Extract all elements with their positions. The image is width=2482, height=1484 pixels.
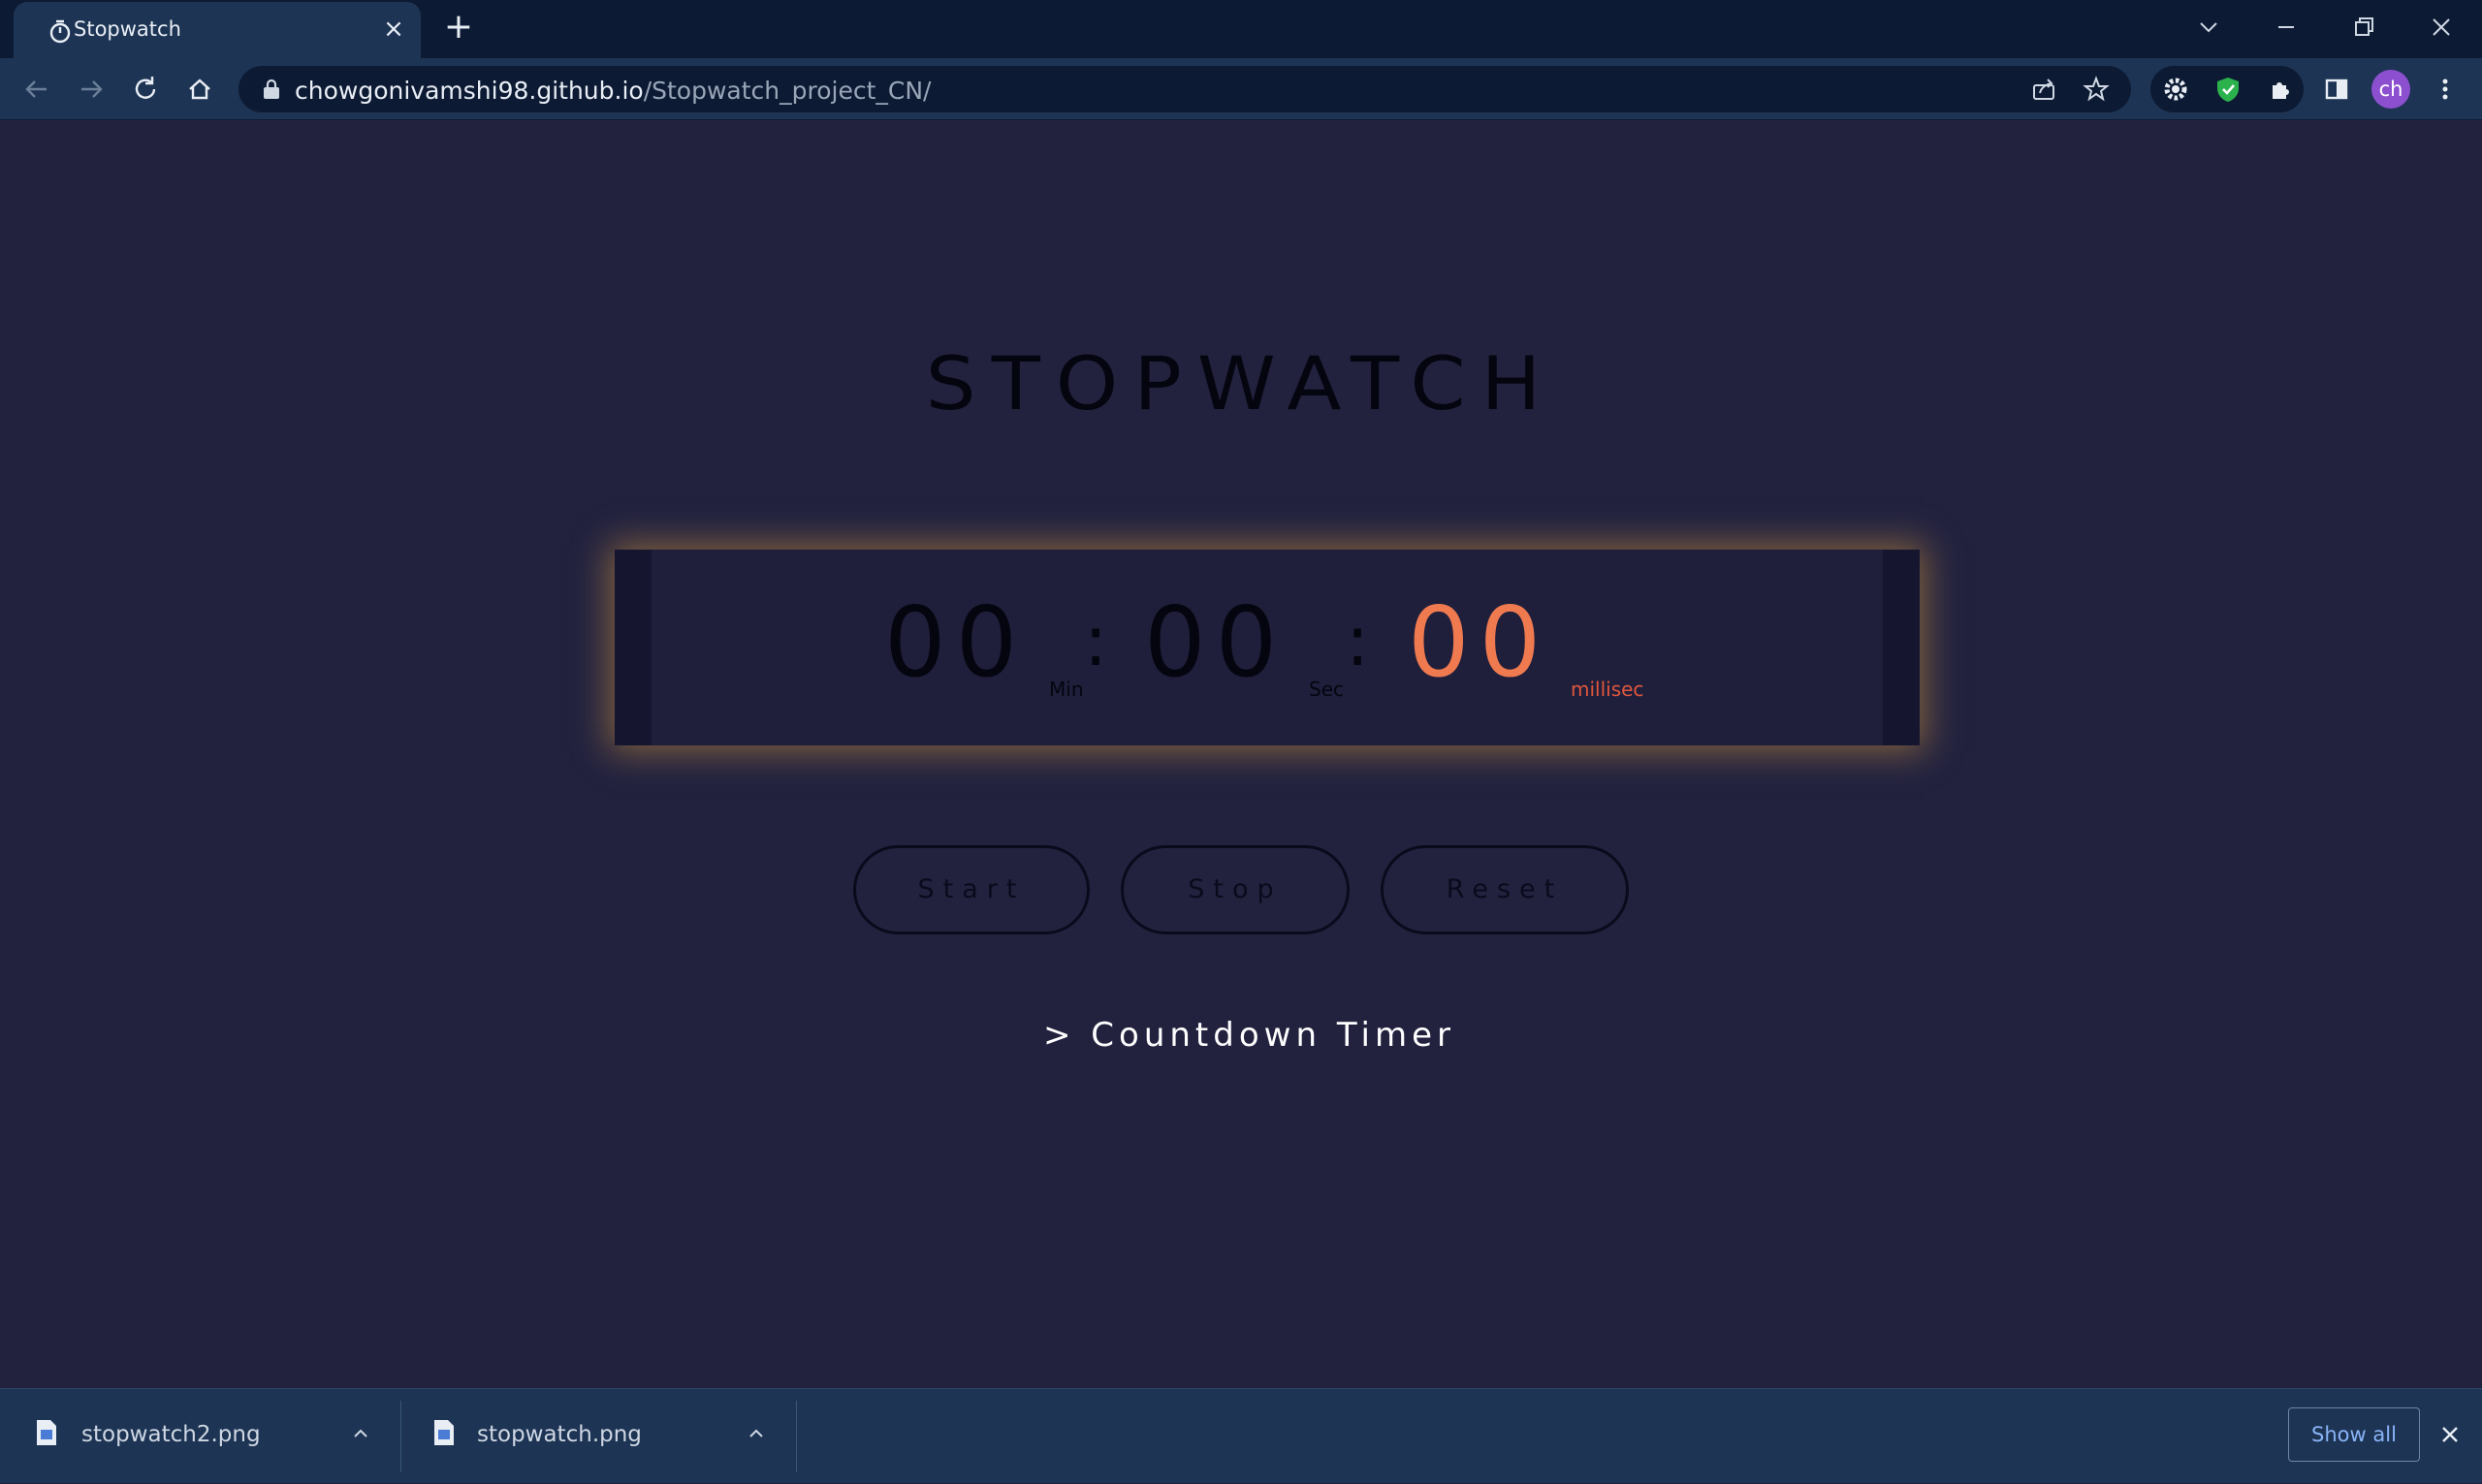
milliseconds-value: 00 [1408, 585, 1551, 699]
minutes-unit: Min [1049, 678, 1084, 701]
show-all-button[interactable]: Show all [2288, 1407, 2420, 1462]
shield-extension-icon[interactable] [2212, 74, 2243, 105]
display-left-edge [615, 550, 652, 745]
chevron-up-icon[interactable] [745, 1422, 768, 1445]
browser-titlebar: Stopwatch × + [0, 0, 2482, 58]
separator-1: : [1084, 600, 1108, 681]
star-icon[interactable] [2081, 74, 2112, 105]
stopwatch-favicon-icon [49, 19, 71, 44]
image-file-icon [37, 1420, 56, 1445]
gear-extension-icon[interactable] [2160, 74, 2191, 105]
download-item[interactable]: stopwatch.png [401, 1389, 795, 1484]
chevron-up-icon[interactable] [349, 1422, 372, 1445]
start-button[interactable]: Start [853, 845, 1090, 934]
download-filename: stopwatch2.png [81, 1422, 261, 1447]
image-file-icon [434, 1420, 454, 1445]
browser-tab[interactable]: Stopwatch × [14, 2, 421, 58]
share-icon[interactable] [2028, 74, 2059, 105]
time-display: 00 Min : 00 Sec : 00 millisec [615, 550, 1920, 745]
side-panel-icon[interactable] [2317, 70, 2356, 109]
extensions-area [2150, 66, 2304, 112]
reload-icon[interactable] [126, 70, 165, 109]
page-title: STOPWATCH [925, 341, 1557, 427]
forward-arrow-icon[interactable] [72, 70, 111, 109]
url-text[interactable]: chowgonivamshi98.github.io/Stopwatch_pro… [295, 77, 931, 105]
download-item[interactable]: stopwatch2.png [0, 1389, 399, 1484]
close-icon[interactable]: × [382, 16, 405, 42]
avatar[interactable]: ch [2371, 70, 2410, 109]
minutes-value: 00 [884, 585, 1028, 699]
close-window-icon[interactable] [2422, 8, 2461, 47]
chevron-down-icon[interactable] [2189, 8, 2228, 47]
more-vert-icon[interactable] [2426, 70, 2465, 109]
tab-title: Stopwatch [74, 17, 181, 41]
seconds-value: 00 [1144, 585, 1288, 699]
milliseconds-unit: millisec [1571, 678, 1644, 701]
puzzle-icon[interactable] [2265, 74, 2296, 105]
stop-button[interactable]: Stop [1121, 845, 1350, 934]
close-icon[interactable] [2437, 1422, 2463, 1447]
url-path: /Stopwatch_project_CN/ [643, 77, 932, 105]
reset-button[interactable]: Reset [1381, 845, 1629, 934]
url-host: chowgonivamshi98.github.io [295, 77, 644, 105]
browser-toolbar: chowgonivamshi98.github.io/Stopwatch_pro… [0, 58, 2482, 120]
restore-icon[interactable] [2344, 8, 2383, 47]
address-bar[interactable]: chowgonivamshi98.github.io/Stopwatch_pro… [239, 66, 2131, 112]
downloads-bar: stopwatch2.png stopwatch.png Show all [0, 1388, 2482, 1483]
countdown-timer-link[interactable]: > Countdown Timer [1043, 1016, 1455, 1055]
stopwatch-page: STOPWATCH 00 Min : 00 Sec : 00 millisec … [0, 120, 2482, 1388]
download-filename: stopwatch.png [477, 1422, 642, 1447]
download-divider [796, 1401, 797, 1472]
separator-2: : [1346, 600, 1370, 681]
minimize-icon[interactable] [2267, 8, 2306, 47]
plus-icon[interactable]: + [442, 10, 475, 45]
seconds-unit: Sec [1309, 678, 1344, 701]
display-right-edge [1883, 550, 1920, 745]
lock-icon[interactable] [262, 79, 281, 100]
back-arrow-icon[interactable] [17, 70, 56, 109]
home-icon[interactable] [180, 70, 219, 109]
